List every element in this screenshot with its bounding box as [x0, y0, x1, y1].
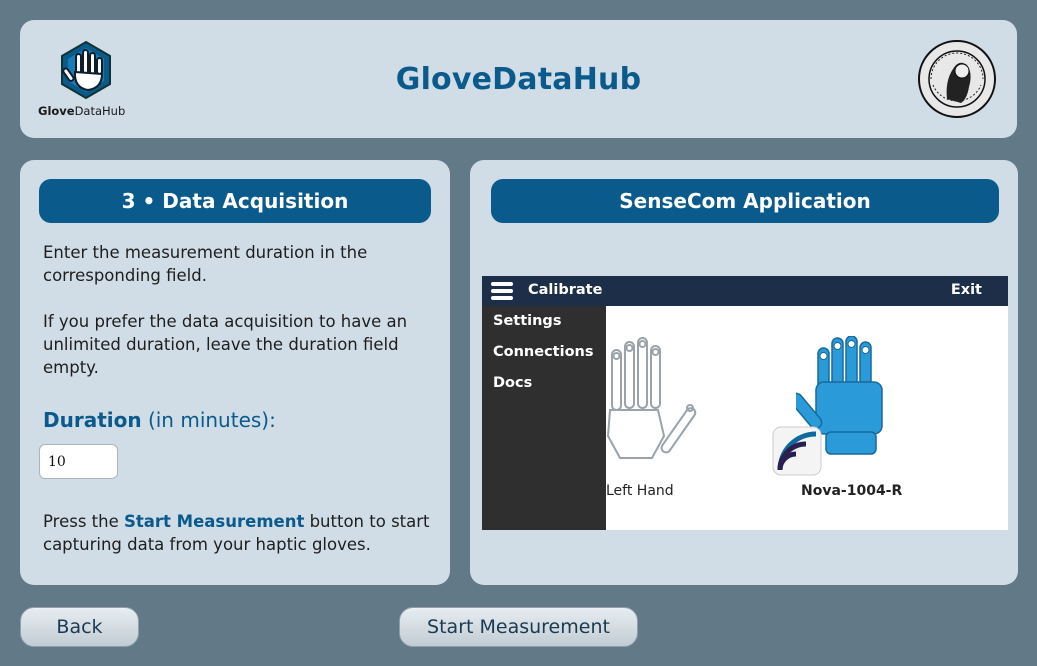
data-acquisition-panel: 3 • Data Acquisition Enter the measureme…	[20, 160, 450, 585]
right-glove-label: Nova-1004-R	[801, 483, 903, 499]
university-seal-icon	[918, 40, 996, 118]
duration-label: Duration (in minutes):	[43, 408, 276, 432]
sensecom-menu-connections: Connections	[493, 344, 594, 360]
duration-input[interactable]	[39, 444, 118, 479]
header-panel: GloveDataHub GloveDataHub	[20, 20, 1017, 138]
start-measurement-button[interactable]: Start Measurement	[399, 607, 638, 647]
instruction-duration: Enter the measurement duration in the co…	[43, 243, 368, 285]
signal-strength-icon	[772, 426, 822, 476]
sensecom-screenshot: Calibrate Exit Settings Connections Docs	[482, 276, 1008, 530]
instruction-start: Press the Start Measurement button to st…	[43, 512, 430, 554]
sensecom-topbar: Calibrate Exit	[482, 276, 1008, 306]
sensecom-calibrate: Calibrate	[528, 282, 603, 298]
sensecom-body: Left Hand Nova-1004-R	[606, 306, 1008, 530]
instruction-unlimited: If you prefer the data acquisition to ha…	[43, 312, 408, 377]
sensecom-sidebar: Settings Connections Docs	[482, 306, 606, 530]
sensecom-panel: SenseCom Application Calibrate Exit Sett…	[470, 160, 1018, 585]
left-hand-label: Left Hand	[606, 483, 674, 499]
menu-icon	[491, 282, 513, 300]
sensecom-title: SenseCom Application	[491, 179, 999, 223]
back-button[interactable]: Back	[20, 607, 139, 647]
sensecom-exit: Exit	[950, 282, 982, 298]
data-acquisition-title: 3 • Data Acquisition	[39, 179, 431, 223]
logo-wordmark: GloveDataHub	[38, 104, 126, 118]
left-hand-outline-icon	[606, 337, 697, 459]
sensecom-menu-docs: Docs	[493, 375, 533, 391]
sensecom-menu-settings: Settings	[493, 313, 562, 329]
app-title: GloveDataHub	[395, 62, 642, 97]
